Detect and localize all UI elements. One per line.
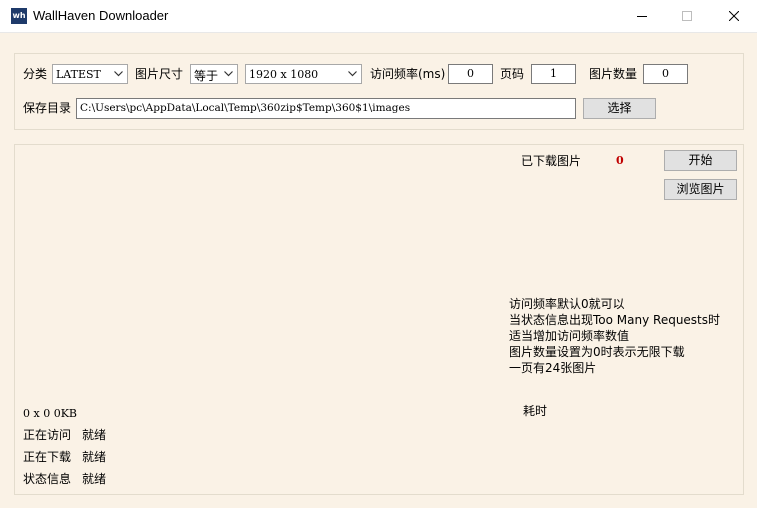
page-input[interactable]: 1: [531, 64, 576, 84]
status-value: 就绪: [82, 428, 107, 442]
chevron-down-icon: [224, 71, 233, 77]
minimize-button[interactable]: [619, 0, 665, 32]
start-button[interactable]: 开始: [664, 150, 737, 171]
choose-button[interactable]: 选择: [583, 98, 656, 119]
tip-line: 访问频率默认0就可以: [509, 297, 625, 311]
downloaded-count: 0: [616, 154, 624, 167]
status-label: 正在访问: [23, 428, 72, 442]
resolution-value: 1920 x 1080: [249, 68, 319, 81]
chevron-down-icon: [114, 71, 123, 77]
downloaded-label: 已下载图片: [521, 154, 582, 168]
maximize-icon: [682, 11, 692, 21]
count-input[interactable]: 0: [643, 64, 688, 84]
page-label: 页码: [500, 67, 525, 81]
status-label: 状态信息: [23, 472, 72, 486]
rate-label: 访问频率(ms): [370, 67, 446, 81]
minimize-icon: [637, 16, 647, 17]
size-info: 0 x 0 0KB: [23, 407, 77, 420]
save-dir-label: 保存目录: [23, 101, 72, 115]
tip-line: 适当增加访问频率数值: [509, 329, 630, 343]
status-label: 正在下载: [23, 450, 72, 464]
close-icon: [729, 11, 739, 21]
tip-line: 一页有24张图片: [509, 361, 597, 375]
size-operator-select[interactable]: 等于: [190, 64, 238, 84]
chevron-down-icon: [348, 71, 357, 77]
status-value: 就绪: [82, 472, 107, 486]
category-label: 分类: [23, 67, 48, 81]
elapsed-label: 耗时: [523, 404, 548, 418]
status-value: 就绪: [82, 450, 107, 464]
count-label: 图片数量: [589, 67, 638, 81]
save-dir-input[interactable]: C:\Users\pc\AppData\Local\Temp\360zip$Te…: [76, 98, 576, 119]
app-icon: wh: [11, 8, 27, 24]
tip-line: 图片数量设置为0时表示无限下载: [509, 345, 685, 359]
size-label: 图片尺寸: [135, 67, 184, 81]
category-select[interactable]: LATEST: [52, 64, 128, 84]
window-title: WallHaven Downloader: [33, 8, 169, 23]
title-bar: wh WallHaven Downloader: [0, 0, 757, 33]
maximize-button[interactable]: [664, 0, 710, 32]
resolution-select[interactable]: 1920 x 1080: [245, 64, 362, 84]
close-button[interactable]: [711, 0, 757, 32]
rate-input[interactable]: 0: [448, 64, 493, 84]
category-value: LATEST: [56, 68, 101, 81]
browse-button[interactable]: 浏览图片: [664, 179, 737, 200]
size-operator-value: 等于: [194, 69, 219, 83]
tip-line: 当状态信息出现Too Many Requests时: [509, 313, 721, 327]
